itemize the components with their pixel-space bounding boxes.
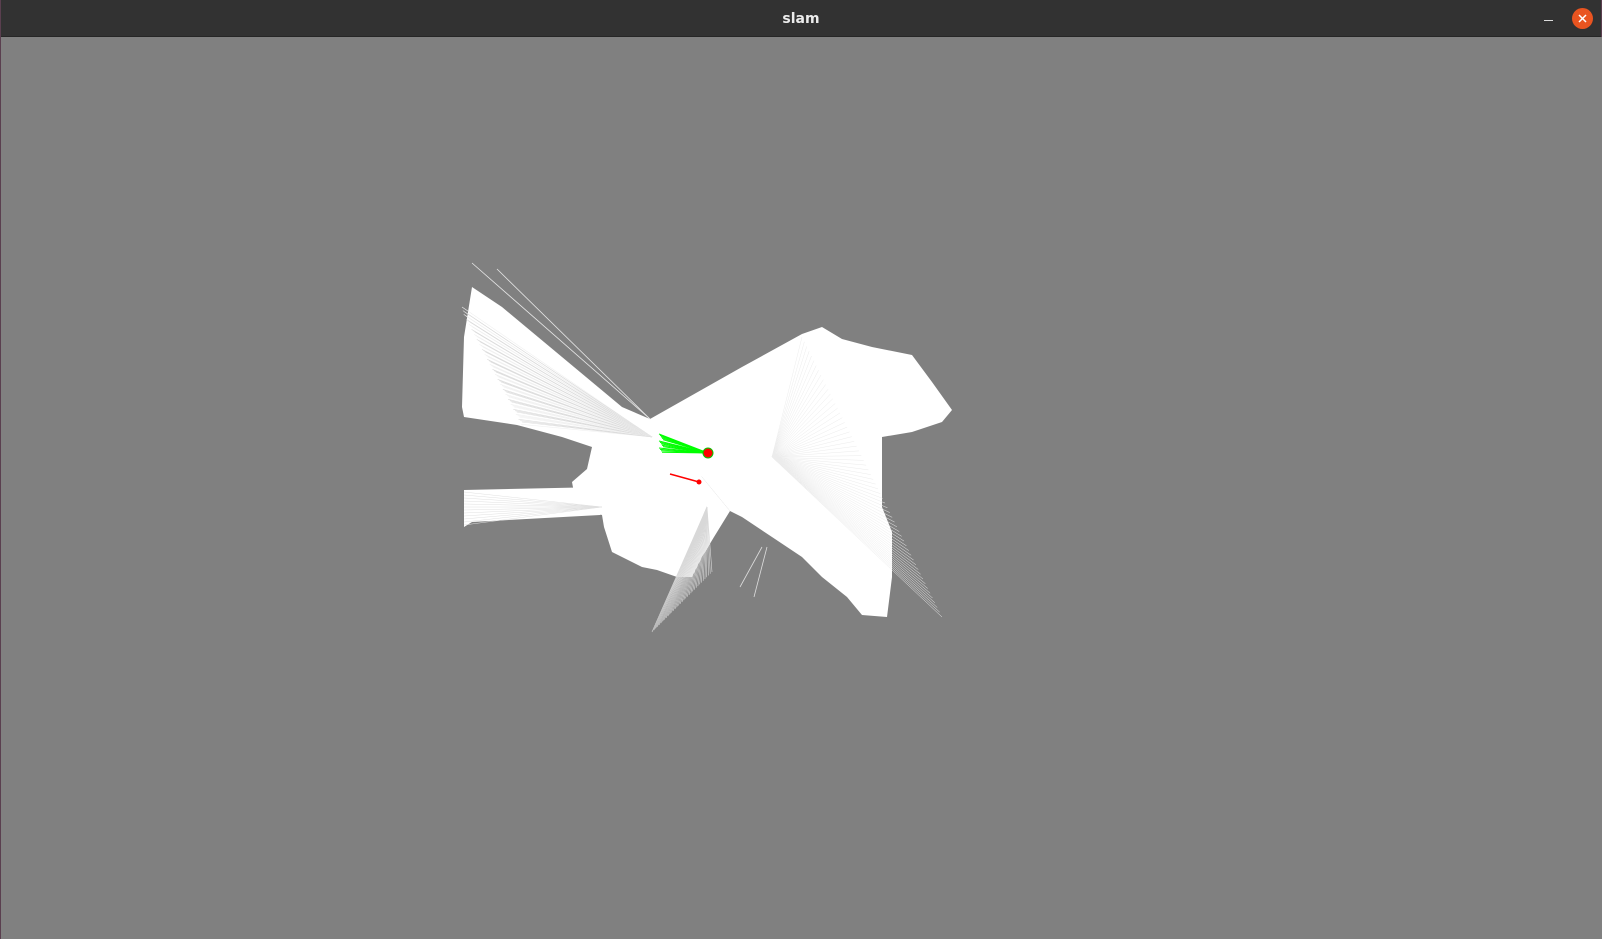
occupancy-map (461, 262, 952, 633)
scan-ray (739, 546, 763, 588)
map-canvas[interactable] (2, 37, 1602, 939)
title-bar[interactable]: slam (1, 0, 1601, 37)
minimize-button[interactable] (1539, 9, 1559, 29)
scan-ray (753, 546, 768, 598)
trajectory-point (696, 479, 702, 485)
robot-marker (702, 447, 714, 459)
slam-window: slam (0, 0, 1602, 939)
close-button[interactable] (1572, 8, 1593, 29)
minimize-icon (1544, 20, 1553, 21)
close-icon (1578, 14, 1587, 23)
window-title: slam (782, 11, 820, 27)
